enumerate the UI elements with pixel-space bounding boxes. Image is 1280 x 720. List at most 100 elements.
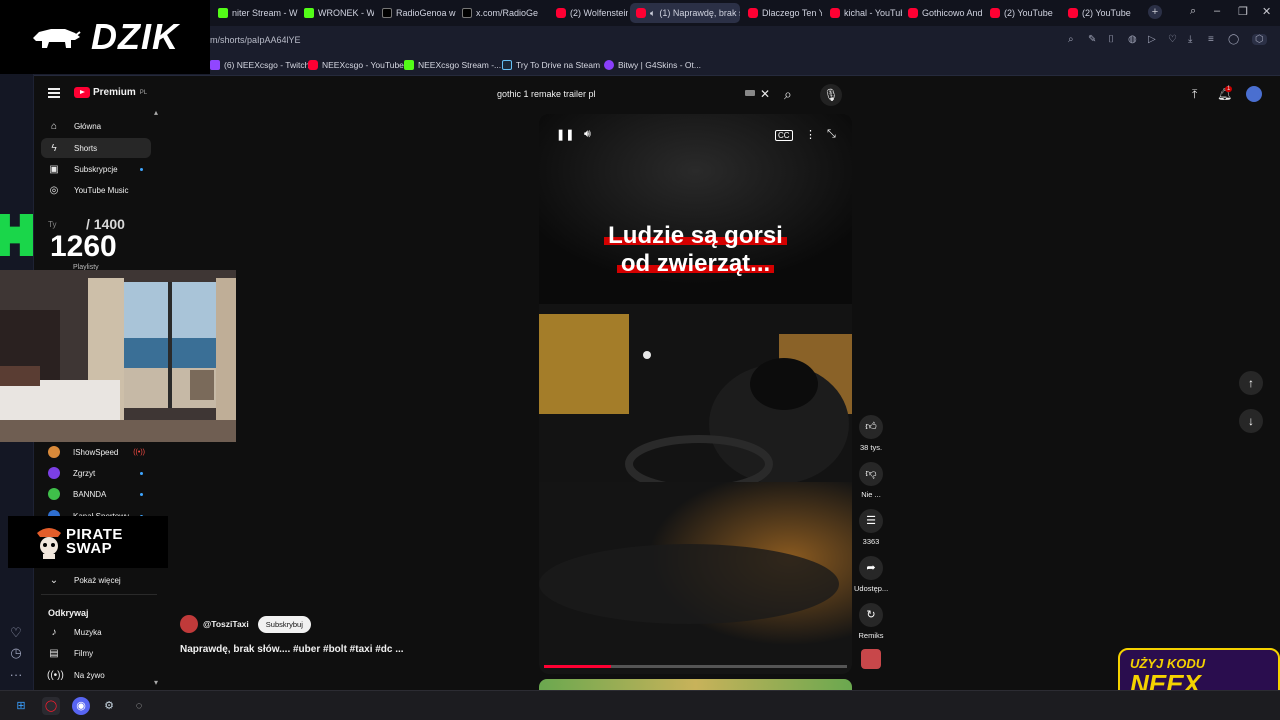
tab-9[interactable]: (2) YouTube (984, 3, 1060, 23)
steam-icon (502, 60, 512, 70)
dzik-logo: DZIK (0, 0, 210, 74)
opera-gx-icon[interactable]: ◯ (42, 697, 60, 715)
music-icon: ◎ (49, 184, 59, 196)
sidebar-item-channel[interactable]: BANNDA (41, 484, 151, 504)
comments-button[interactable]: ☰ 3363 (854, 509, 888, 546)
sidebar-item-subscriptions[interactable]: ▣ Subskrypcje (41, 159, 151, 179)
microphone-icon[interactable]: 🎙︎ (820, 84, 842, 106)
extensions-icon[interactable]: ⬡ (1252, 34, 1267, 45)
close-button[interactable]: ✕ (1262, 5, 1271, 18)
bookmark-4[interactable]: Bitwy | G4Skins - Ot... (604, 60, 701, 70)
bookmark-3[interactable]: Try To Drive na Steam (502, 60, 600, 70)
channel-name[interactable]: @ToszіTaxi (203, 619, 249, 629)
you-section-label[interactable]: Ty (48, 220, 56, 229)
tab-8[interactable]: Gothicowo Andr (902, 3, 982, 23)
comment-icon: ☰ (859, 509, 883, 533)
sidebar-item-channel[interactable]: Zgrzyt (41, 463, 151, 483)
channel-avatar (48, 446, 60, 458)
tab-7[interactable]: kichal - YouTube (824, 3, 902, 23)
volume-icon[interactable]: 🔊︎ (584, 128, 591, 141)
windows-start-icon[interactable]: ⊞ (12, 697, 30, 715)
video-progress-bar[interactable] (544, 665, 847, 668)
maximize-button[interactable]: ❐ (1238, 5, 1248, 18)
clear-search-icon[interactable]: ✕ (760, 87, 770, 101)
menu-icon[interactable] (48, 88, 60, 98)
shield-icon[interactable]: ◍ (1128, 34, 1137, 45)
share-button[interactable]: ➦ Udostęp... (854, 556, 888, 593)
dislike-button[interactable]: 👎︎ Nie ... (854, 462, 888, 499)
bookmark-1[interactable]: NEEXcsgo - YouTube (308, 60, 404, 70)
camera-icon[interactable]: ⌷ (1108, 34, 1114, 45)
captions-icon[interactable]: CC (775, 130, 793, 141)
music-note-icon: ♪ (51, 626, 57, 638)
tab-10[interactable]: (2) YouTube (1062, 3, 1140, 23)
youtube-icon (908, 8, 918, 18)
sidebar-item-shorts[interactable]: ϟ Shorts (41, 138, 151, 158)
shorts-player[interactable]: ❚❚ 🔊︎ CC ⋮ ⤡ Ludzie są gorsi od zwierząt… (539, 114, 852, 674)
avatar[interactable] (1246, 86, 1262, 102)
channel-avatar[interactable] (180, 615, 198, 633)
tab-6[interactable]: Dlaczego Ten Yo (742, 3, 822, 23)
play-icon[interactable]: ▷ (1148, 34, 1156, 45)
sidebar-item-home[interactable]: ⌂ Główna (41, 116, 151, 136)
chevron-down-icon: ⌄ (49, 574, 59, 586)
minimize-button[interactable]: – (1214, 5, 1220, 17)
bookmark-0[interactable]: (6) NEEXcsgo - Twitch (210, 60, 309, 70)
tab-4[interactable]: (2) Wolfenstein I (550, 3, 628, 23)
youtube-logo[interactable]: Premium PL (74, 87, 147, 98)
url-field[interactable]: m/shorts/paIpAA64lYE (210, 35, 301, 45)
pause-icon[interactable]: ❚❚ (556, 128, 574, 141)
edit-icon[interactable]: ✎ (1088, 34, 1096, 45)
video-frame (539, 114, 852, 674)
pirate-skull-icon (37, 528, 61, 559)
tab-0[interactable]: niter Stream - W (212, 3, 298, 23)
scroll-down-icon[interactable]: ▾ (154, 678, 158, 687)
scroll-up-icon[interactable]: ▴ (154, 108, 158, 117)
download-icon[interactable]: ⤓ (1188, 34, 1192, 45)
steam-icon[interactable]: ⚙ (100, 697, 118, 715)
upload-icon[interactable]: ⤒ (1192, 87, 1197, 102)
search-icon[interactable]: ⌕ (784, 86, 792, 103)
tab-1[interactable]: WRONEK - Watc (298, 3, 374, 23)
sidebar-item-live[interactable]: ((•)) Na żywo (41, 665, 151, 685)
sidebar-item-films[interactable]: ▤ Filmy (41, 643, 151, 663)
short-title: Naprawdę, brak słów.... #uber #bolt #tax… (180, 644, 404, 655)
tab-3[interactable]: x.com/RadioGen (456, 3, 538, 23)
discord-icon[interactable]: ◉ (72, 697, 90, 715)
like-button[interactable]: 👍︎ 38 tys. (854, 415, 888, 452)
sound-thumbnail[interactable] (861, 649, 881, 669)
sidebar-item-youtube-music[interactable]: ◎ YouTube Music (41, 180, 151, 200)
search-tabs-icon[interactable]: ⌕ (1190, 5, 1196, 18)
previous-short-button[interactable]: ↑ (1239, 371, 1263, 395)
history-icon[interactable]: ◷ (5, 642, 27, 664)
heart-icon[interactable]: ♡ (1168, 34, 1177, 45)
show-more-button[interactable]: ⌄ Pokaż więcej (41, 570, 151, 590)
keyboard-icon[interactable] (745, 90, 755, 96)
profile-icon[interactable]: ◯ (1228, 34, 1239, 45)
sidebar-item-music[interactable]: ♪ Muzyka (41, 622, 151, 642)
more-icon[interactable]: ··· (5, 664, 27, 686)
channel-avatar (48, 467, 60, 479)
menu-icon[interactable]: ≡ (1208, 34, 1214, 45)
new-content-dot (140, 167, 143, 171)
fullscreen-icon[interactable]: ⤡ (827, 128, 836, 141)
new-tab-button[interactable]: + (1148, 5, 1162, 19)
heart-icon[interactable]: ♡ (5, 622, 27, 644)
subscribe-button[interactable]: Subskrybuj (257, 615, 311, 633)
explore-title: Odkrywaj (48, 608, 89, 618)
live-icon: ((•)) (47, 669, 64, 681)
sidebar-item-channel[interactable]: IShowSpeed ((•)) (41, 442, 151, 462)
more-options-icon[interactable]: ⋮ (805, 128, 816, 141)
youtube-icon (636, 8, 646, 18)
tab-5-active[interactable]: 🔈︎ (1) Naprawdę, brak sł (630, 3, 740, 23)
bookmark-2[interactable]: NEEXcsgo Stream -... (404, 60, 501, 70)
search-icon[interactable]: ⌕ (1068, 34, 1074, 45)
taskbar: ⊞ ◯ ◉ ⚙ ◌ (0, 690, 1280, 720)
next-short-preview[interactable] (539, 679, 852, 690)
search-input[interactable]: gothic 1 remake trailer pl (488, 84, 772, 106)
app-icon[interactable]: ◌ (130, 697, 148, 715)
remix-button[interactable]: ↻ Remiks (854, 603, 888, 640)
tab-2[interactable]: RadioGenoa w s (376, 3, 456, 23)
next-short-button[interactable]: ↓ (1239, 409, 1263, 433)
hotel-room-image (0, 270, 236, 442)
